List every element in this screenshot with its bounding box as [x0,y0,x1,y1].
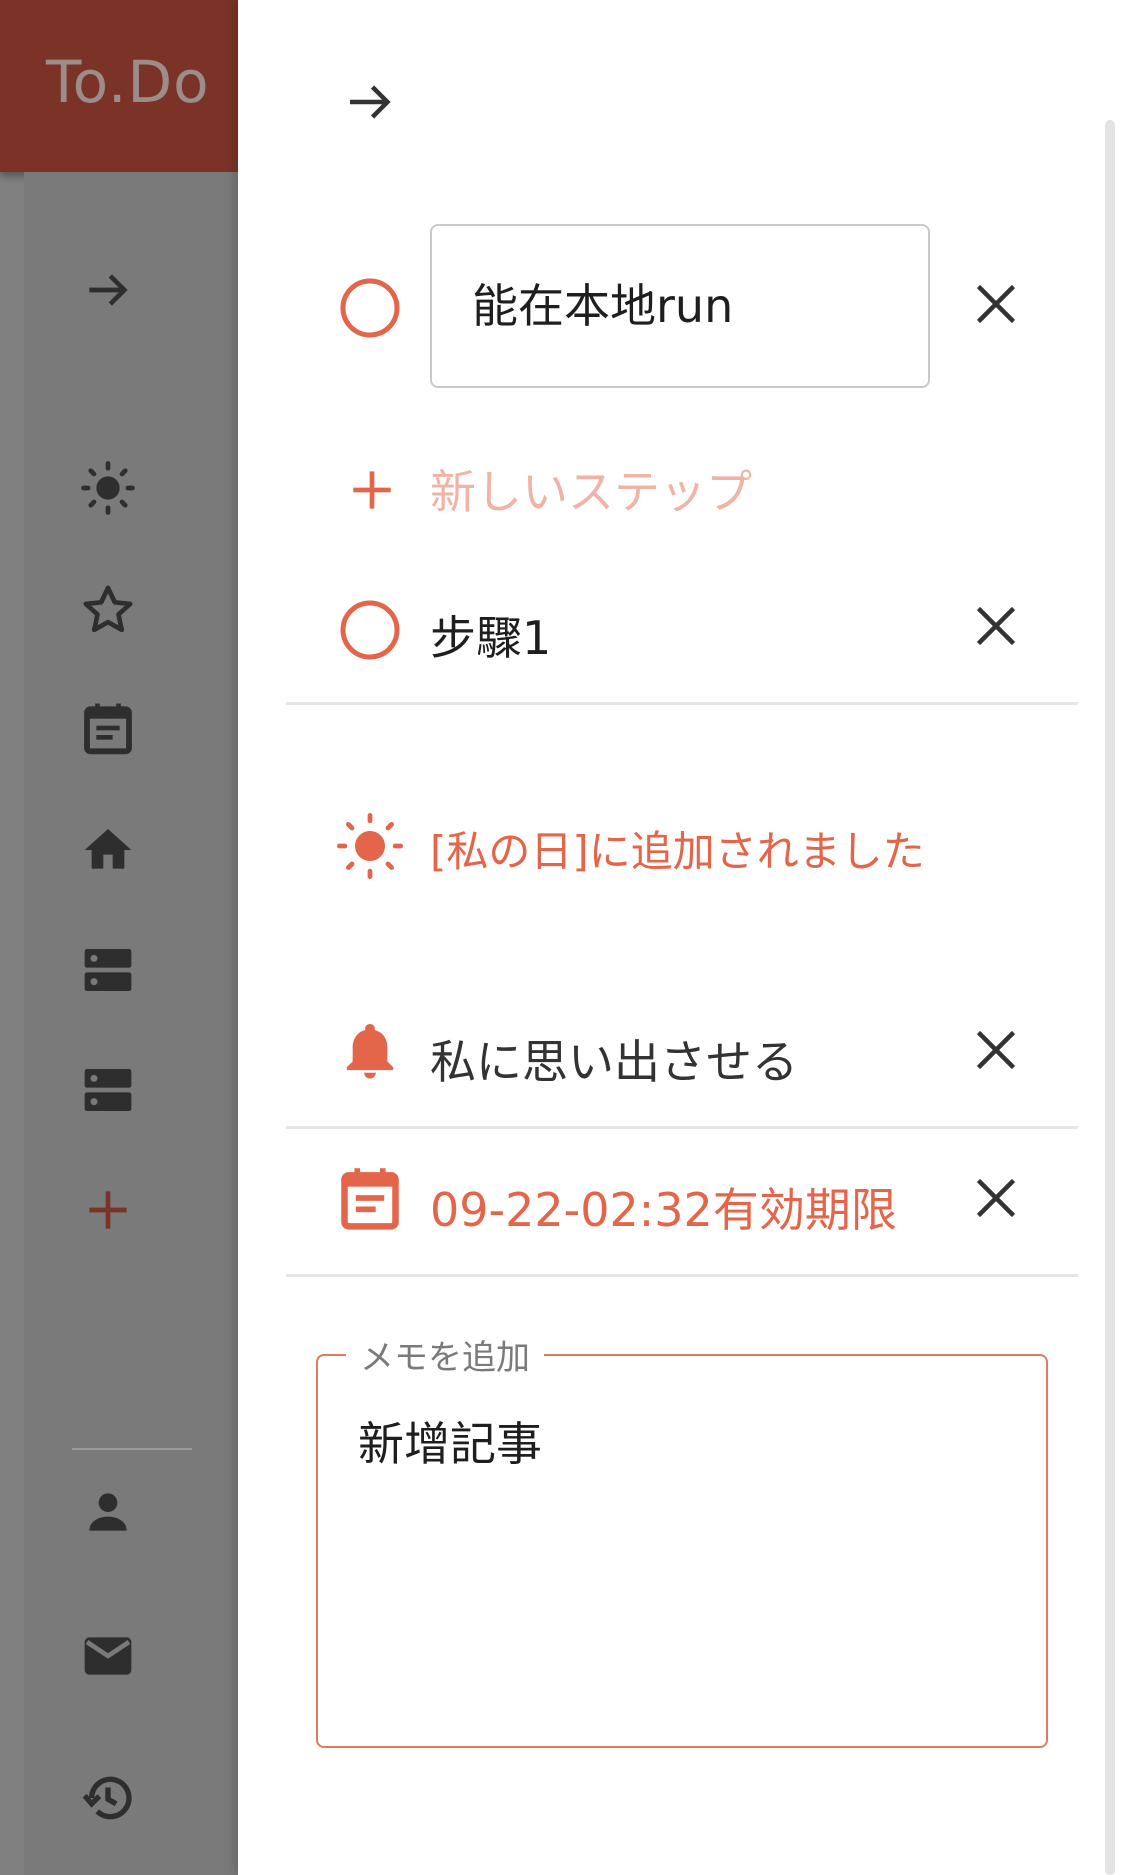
plus-icon [89,1191,127,1229]
calendar-icon [84,703,132,755]
step-label[interactable]: 步驟1 [430,602,551,668]
reminder-button[interactable] [338,1020,402,1084]
divider [286,702,1078,705]
panel-scrollbar[interactable] [1105,120,1115,1875]
sidebar-item-my-day[interactable] [80,460,136,516]
step-complete-checkbox[interactable] [338,598,402,662]
my-day-label[interactable]: [私の日]に追加されました [430,818,925,879]
close-panel-button[interactable] [340,72,400,132]
sidebar-history-button[interactable] [80,1770,136,1826]
arrow-right-icon [350,85,391,119]
task-title-input[interactable]: 能在本地run [430,224,930,388]
close-icon [976,284,1016,324]
list-storage-icon [84,1069,132,1111]
new-step-input[interactable]: 新しいステップ [430,456,752,522]
bell-icon [346,1024,394,1079]
due-date-label[interactable]: 09-22-02:32有効期限 [430,1174,897,1240]
remove-reminder-button[interactable] [966,1020,1026,1080]
history-icon [82,1776,132,1820]
my-day-toggle[interactable] [334,810,406,882]
home-icon [84,829,132,869]
sidebar-item-planned[interactable] [80,700,136,756]
mail-icon [84,1637,132,1675]
close-icon [976,606,1016,646]
plus-icon [353,471,391,509]
sidebar-item-list-2[interactable] [80,1062,136,1118]
reminder-label[interactable]: 私に思い出させる [430,1026,798,1092]
add-step-button[interactable] [344,462,400,518]
sidebar-rail [24,172,238,1875]
close-icon [976,1030,1016,1070]
close-icon [976,1178,1016,1218]
sun-icon [81,461,135,515]
sidebar-new-list-button[interactable] [80,1182,136,1238]
delete-step-button[interactable] [966,596,1026,656]
task-complete-checkbox[interactable] [338,276,402,340]
star-icon [83,585,133,633]
app-title: To.Do [46,48,210,116]
app-bar: To.Do [0,0,238,172]
note-label: メモを追加 [346,1330,544,1379]
sidebar-mail-button[interactable] [80,1628,136,1684]
sidebar-divider [72,1448,192,1450]
circle-icon [340,278,400,338]
remove-due-date-button[interactable] [966,1168,1026,1228]
divider [286,1126,1078,1129]
list-storage-icon [84,949,132,991]
sidebar-item-important[interactable] [80,582,136,638]
due-date-button[interactable] [336,1164,404,1232]
sun-icon [336,812,404,880]
sidebar-item-list-1[interactable] [80,942,136,998]
person-icon [89,1493,127,1531]
delete-task-button[interactable] [966,274,1026,334]
sidebar-account-button[interactable] [80,1484,136,1540]
divider [286,1274,1078,1277]
arrow-right-icon [89,274,128,306]
calendar-icon [341,1168,399,1230]
note-text[interactable]: 新增記事 [358,1408,542,1474]
circle-icon [340,600,400,660]
sidebar-item-tasks[interactable] [80,822,136,878]
sidebar-collapse-button[interactable] [80,262,136,318]
